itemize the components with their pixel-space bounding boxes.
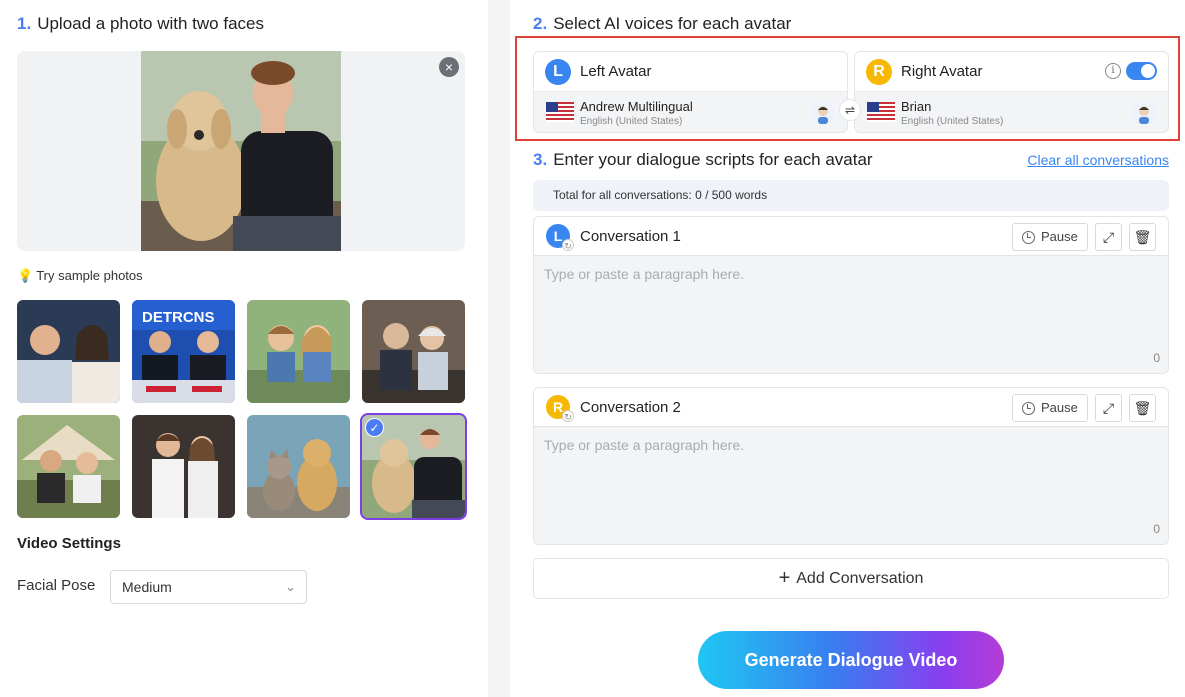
conversation-2-badge: R ↻ xyxy=(546,395,574,422)
pause-button[interactable]: Pause xyxy=(1012,223,1088,251)
sample-photo-1[interactable] xyxy=(17,300,120,403)
facial-pose-label: Facial Pose xyxy=(17,577,96,594)
refresh-icon: ↻ xyxy=(562,239,574,251)
word-count: 0 xyxy=(1153,351,1160,365)
conversation-1-title: Conversation 1 xyxy=(580,228,681,245)
conversation-2-textarea[interactable]: Type or paste a paragraph here. 0 xyxy=(534,427,1168,544)
expand-button[interactable]: ⤢ xyxy=(1095,223,1122,251)
delete-button[interactable]: 🗑 xyxy=(1129,223,1156,251)
expand-icon: ⤢ xyxy=(1102,400,1115,416)
step3-heading: 3. Enter your dialogue scripts for each a… xyxy=(533,150,873,169)
sample-photo-6[interactable] xyxy=(132,415,235,518)
bulb-icon: 💡 xyxy=(17,268,34,283)
conversation-2-title: Conversation 2 xyxy=(580,399,681,416)
sample-photo-8[interactable]: ✓ xyxy=(360,413,467,520)
remove-photo-button[interactable]: × xyxy=(439,57,459,77)
selected-check-icon: ✓ xyxy=(365,418,384,437)
pause-button[interactable]: Pause xyxy=(1012,394,1088,422)
clock-icon xyxy=(1022,231,1035,244)
sample-photo-2[interactable]: DETRCNS xyxy=(132,300,235,403)
delete-button[interactable]: 🗑 xyxy=(1129,394,1156,422)
trash-icon: 🗑 xyxy=(1133,229,1152,245)
generate-dialogue-video-button[interactable]: Generate Dialogue Video xyxy=(698,631,1004,689)
sample-photo-7[interactable] xyxy=(247,415,350,518)
chevron-down-icon: ⌄ xyxy=(285,579,296,594)
sample-photos-label: 💡 Try sample photos xyxy=(17,268,143,283)
sample-photo-4[interactable] xyxy=(362,300,465,403)
step1-heading: 1. Upload a photo with two faces xyxy=(17,14,264,33)
facial-pose-select[interactable]: Medium ⌄ xyxy=(110,570,307,604)
sample-photo-3[interactable] xyxy=(247,300,350,403)
photo-upload-area[interactable]: × xyxy=(17,51,465,251)
close-icon: × xyxy=(444,59,454,75)
conversation-1: L ↻ Conversation 1 Pause ⤢ 🗑 Type or past… xyxy=(533,216,1169,374)
clock-icon xyxy=(1022,402,1035,415)
video-settings-title: Video Settings xyxy=(17,535,121,552)
svg-text:DETRCNS: DETRCNS xyxy=(142,309,215,326)
expand-icon: ⤢ xyxy=(1102,229,1115,245)
clear-all-conversations-link[interactable]: Clear all conversations xyxy=(1027,152,1169,168)
conversation-1-badge: L ↻ xyxy=(546,224,574,251)
expand-button[interactable]: ⤢ xyxy=(1095,394,1122,422)
highlight-box xyxy=(515,36,1180,141)
plus-icon: + xyxy=(778,567,791,589)
word-count-bar: Total for all conversations: 0 / 500 wor… xyxy=(533,180,1169,211)
conversation-1-textarea[interactable]: Type or paste a paragraph here. 0 xyxy=(534,256,1168,373)
trash-icon: 🗑 xyxy=(1133,400,1152,416)
sample-photo-5[interactable] xyxy=(17,415,120,518)
conversation-2: R ↻ Conversation 2 Pause ⤢ 🗑 Type or past… xyxy=(533,387,1169,545)
uploaded-photo xyxy=(141,51,341,251)
word-count: 0 xyxy=(1153,522,1160,536)
step2-heading: 2. Select AI voices for each avatar xyxy=(533,14,792,33)
add-conversation-button[interactable]: + Add Conversation xyxy=(533,558,1169,599)
refresh-icon: ↻ xyxy=(562,410,574,422)
